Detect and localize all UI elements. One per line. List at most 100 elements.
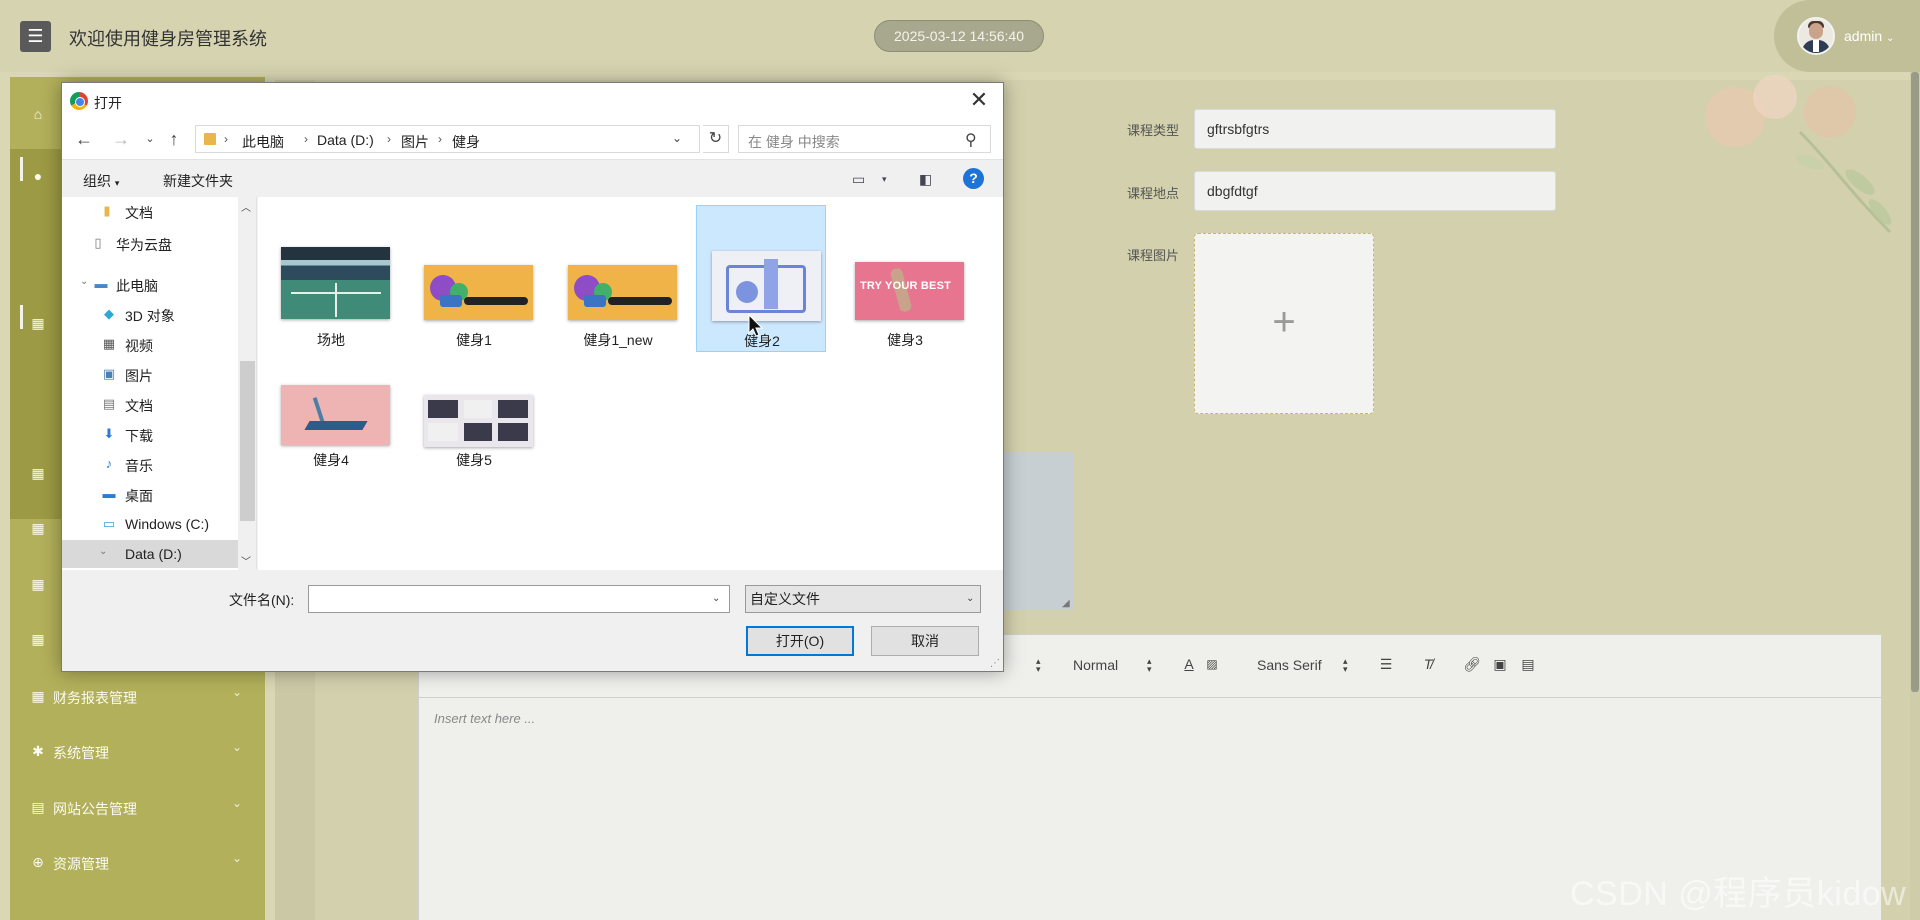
- text-color-icon[interactable]: A: [1180, 655, 1198, 673]
- flower-decoration: [1705, 75, 1892, 234]
- updown-arrows-icon[interactable]: ▴ ▾: [1343, 657, 1348, 674]
- file-item[interactable]: 健身1_new: [553, 205, 683, 352]
- sidebar-item-label: 财务报表管理: [53, 690, 137, 706]
- breadcrumb-item[interactable]: 健身: [452, 132, 480, 152]
- nav-item-documents-pc[interactable]: ▤ 文档: [62, 390, 256, 418]
- back-arrow-icon[interactable]: ←: [74, 129, 94, 149]
- app-title: 欢迎使用健身房管理系统: [69, 29, 267, 49]
- chevron-down-icon[interactable]: ﹀: [241, 553, 251, 568]
- breadcrumb-item[interactable]: 图片: [401, 132, 429, 152]
- nav-item-pictures[interactable]: ▣ 图片: [62, 360, 256, 388]
- link-icon[interactable]: 🔗︎: [1463, 655, 1481, 673]
- caret-down-icon[interactable]: ▾: [882, 174, 887, 185]
- sidebar-item-finance[interactable]: ▦ 财务报表管理 ⌄: [10, 677, 265, 717]
- updown-arrows-icon[interactable]: ▴ ▾: [1036, 657, 1041, 674]
- desktop-icon: ▬: [102, 486, 116, 501]
- image-upload-box[interactable]: +: [1194, 233, 1374, 414]
- nav-item-downloads[interactable]: ⬇ 下载: [62, 420, 256, 448]
- video-icon[interactable]: ▤: [1519, 655, 1537, 673]
- chevron-down-icon[interactable]: ⌄: [99, 546, 107, 557]
- sidebar-item-resource[interactable]: ⊕ 资源管理 ⌄: [10, 843, 265, 883]
- file-item[interactable]: TRY YOUR BEST 健身3: [840, 205, 970, 352]
- chevron-down-icon: ⌄: [966, 593, 975, 604]
- cloud-drive-icon: ▯: [94, 235, 102, 250]
- nav-item-documents[interactable]: ▮ 文档: [62, 197, 256, 225]
- align-icon[interactable]: ☰: [1377, 655, 1395, 673]
- editor-placeholder[interactable]: Insert text here ...: [434, 711, 535, 726]
- nav-item-videos[interactable]: ▦ 视频: [62, 330, 256, 358]
- nav-item-this-pc[interactable]: ⌄ ▬ 此电脑: [62, 270, 256, 298]
- nav-item-drive-d[interactable]: ⌄ Data (D:): [62, 540, 256, 568]
- close-icon[interactable]: ✕: [967, 89, 991, 113]
- resize-grip-icon[interactable]: ⋰: [990, 658, 1000, 669]
- dialog-titlebar[interactable]: 打开 ✕: [62, 83, 1003, 119]
- help-icon[interactable]: ?: [963, 168, 984, 189]
- command-bar: 组织 ▾ 新建文件夹 ▭ ▾ ◧ ?: [62, 159, 1003, 197]
- chevron-right-icon: ›: [387, 132, 391, 146]
- filename-input[interactable]: ⌄: [308, 585, 730, 613]
- avatar[interactable]: [1797, 17, 1835, 55]
- breadcrumb-item[interactable]: Data (D:): [317, 132, 374, 148]
- course-type-label: 课程类型: [1127, 123, 1180, 138]
- grid-icon: ▦: [31, 576, 45, 592]
- cube-icon: ◆: [104, 306, 114, 321]
- organize-button[interactable]: 组织 ▾: [83, 171, 119, 191]
- user-icon: ●: [33, 168, 43, 184]
- file-name: 健身5: [456, 452, 492, 468]
- search-placeholder: 在 健身 中搜索: [748, 134, 840, 150]
- grid-icon: ▦: [31, 631, 45, 647]
- view-icon[interactable]: ▭: [852, 171, 865, 188]
- user-name[interactable]: admin ⌄: [1844, 28, 1894, 44]
- up-arrow-icon[interactable]: ↑: [164, 129, 184, 149]
- chevron-down-icon[interactable]: ⌄: [140, 129, 160, 149]
- search-input[interactable]: 在 健身 中搜索 ⚲: [738, 125, 991, 153]
- sidebar-item-notice[interactable]: ▤ 网站公告管理 ⌄: [10, 788, 265, 828]
- nav-item-desktop[interactable]: ▬ 桌面: [62, 480, 256, 508]
- image-icon[interactable]: ▣: [1491, 655, 1509, 673]
- file-item[interactable]: 健身5: [409, 353, 539, 500]
- folder-icon: ▮: [103, 203, 111, 218]
- updown-arrows-icon[interactable]: ▴ ▾: [1147, 657, 1152, 674]
- hamburger-icon: ☰: [27, 26, 44, 46]
- breadcrumb-item[interactable]: 此电脑: [242, 132, 284, 152]
- course-location-label: 课程地点: [1127, 186, 1180, 201]
- nav-scrollbar[interactable]: ︿ ﹀: [238, 197, 256, 570]
- page-scrollbar[interactable]: [1910, 72, 1920, 920]
- nav-item-huawei-drive[interactable]: ▯ 华为云盘: [62, 229, 256, 257]
- nav-item-drive-c[interactable]: ▭ Windows (C:): [62, 510, 256, 538]
- home-icon: ⌂: [33, 106, 43, 122]
- preview-pane-icon[interactable]: ◧: [919, 171, 932, 188]
- course-location-input[interactable]: dbgfdtgf: [1194, 171, 1556, 211]
- open-button[interactable]: 打开(O): [746, 626, 854, 656]
- nav-item-3d-objects[interactable]: ◆ 3D 对象: [62, 300, 256, 328]
- chevron-down-icon[interactable]: ⌄: [80, 276, 88, 287]
- sidebar-item-system[interactable]: ✱ 系统管理 ⌄: [10, 732, 265, 772]
- background-color-icon[interactable]: ▨: [1203, 655, 1221, 673]
- picture-icon: ▣: [102, 366, 116, 381]
- course-type-input[interactable]: gftrsbfgtrs: [1194, 109, 1556, 149]
- forward-arrow-icon[interactable]: →: [111, 129, 131, 149]
- chevron-down-icon[interactable]: ⌄: [712, 593, 720, 604]
- refresh-icon[interactable]: ↻: [703, 125, 729, 153]
- file-thumbnail: [424, 395, 533, 447]
- resize-grip-icon[interactable]: ◢: [1062, 598, 1070, 609]
- chevron-up-icon[interactable]: ︿: [241, 199, 251, 214]
- nav-item-music[interactable]: ♪ 音乐: [62, 450, 256, 478]
- chevron-down-icon[interactable]: ⌄: [672, 131, 682, 145]
- file-item[interactable]: 场地: [266, 205, 396, 352]
- file-item[interactable]: 健身4: [266, 353, 396, 500]
- address-bar[interactable]: › 此电脑 › Data (D:) › 图片 › 健身 ⌄: [195, 125, 700, 153]
- hamburger-menu-button[interactable]: ☰: [20, 21, 51, 52]
- grid-icon: ▦: [31, 520, 45, 536]
- new-folder-button[interactable]: 新建文件夹: [163, 171, 233, 191]
- cancel-button[interactable]: 取消: [871, 626, 979, 656]
- grid-icon: ▦: [31, 465, 45, 481]
- font-family-select[interactable]: Sans Serif: [1257, 657, 1322, 673]
- font-size-select[interactable]: Normal: [1073, 657, 1118, 673]
- filetype-select[interactable]: 自定义文件 ⌄: [745, 585, 981, 613]
- folder-icon: [204, 133, 216, 145]
- file-item[interactable]: 健身1: [409, 205, 539, 352]
- clear-format-icon[interactable]: T̸: [1419, 655, 1437, 673]
- file-thumbnail: [424, 265, 533, 320]
- file-view: 场地 健身1 健身1_new 健身2 TRY YOUR BEST 健身3 健身4: [258, 197, 1003, 570]
